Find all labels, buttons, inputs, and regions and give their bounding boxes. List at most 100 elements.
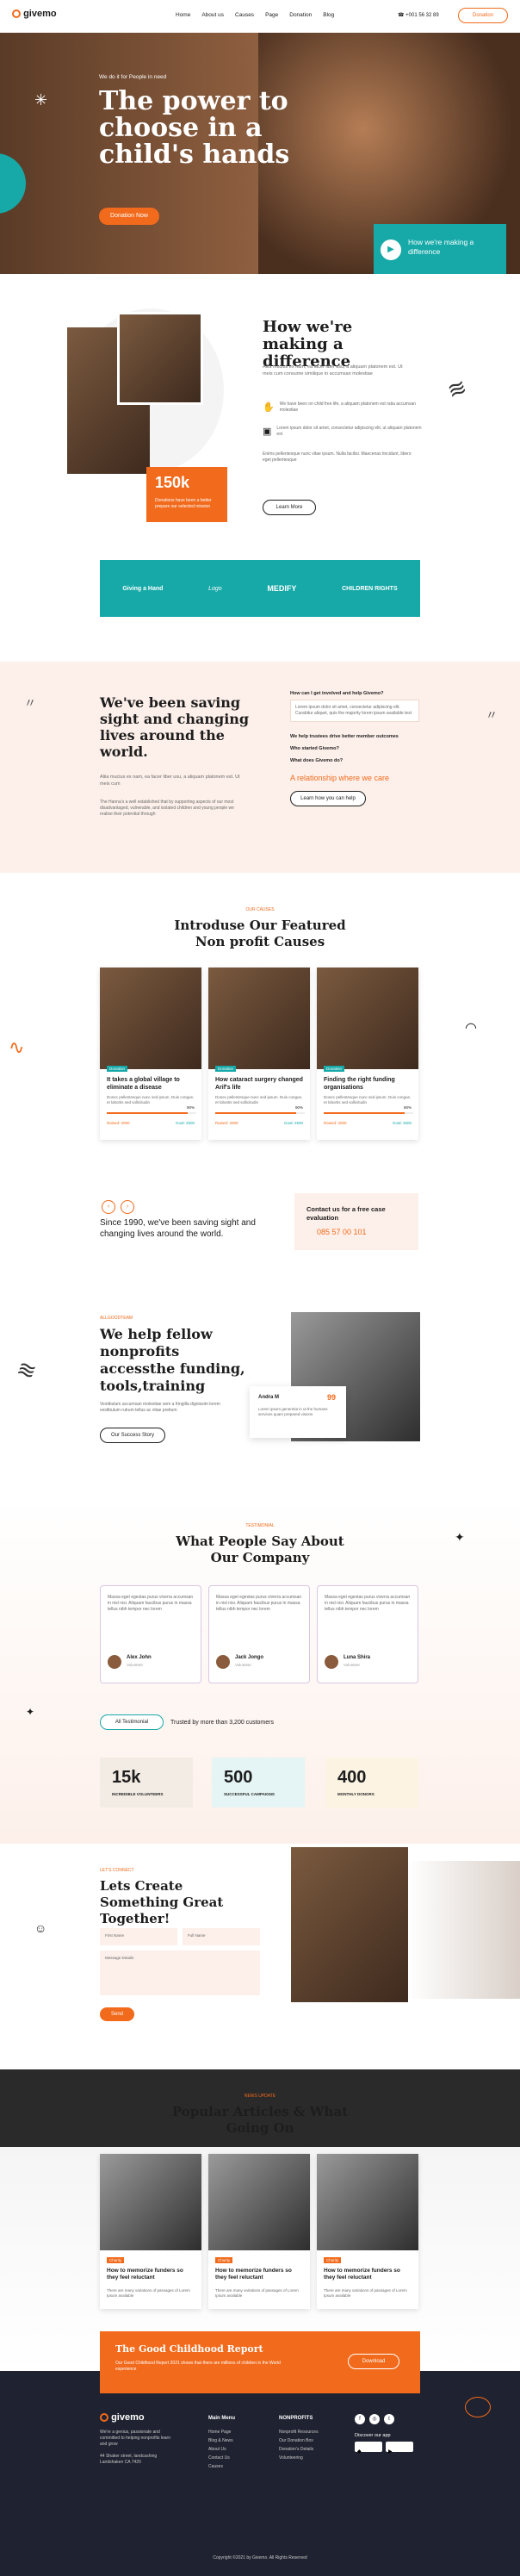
article-title[interactable]: How to memorize funders so they feel rel… [215,2268,305,2281]
help-text: Vestibulum accumsan molestiae sem a frin… [100,1402,220,1413]
contact-card-phone[interactable]: 085 57 00 101 [317,1228,367,1236]
footer-link[interactable]: Home Page [208,2428,233,2436]
footer-col1-title: Main Menu [208,2416,235,2421]
article-title[interactable]: How to memorize funders so they feel rel… [107,2268,196,2281]
play-store-button[interactable]: ▶ [386,2442,413,2455]
about-text-2: Enims pellentesque nunc vitae ipsum. Nul… [263,451,412,463]
hero-video-card[interactable]: ▶ How we're making a difference [374,224,506,276]
footer-link[interactable]: Donation's Details [279,2445,319,2454]
article-tag: Charity [215,2257,233,2263]
partners-strip: Giving a Hand Logo MEDIFY CHILDREN RIGHT… [100,560,420,617]
testimonial-role: Volunteer [235,1663,252,1667]
avatar [108,1655,121,1669]
cause-title[interactable]: It takes a global village to eliminate a… [107,1076,196,1092]
cause-image [208,968,310,1069]
footer-link[interactable]: Contact Us [208,2454,233,2462]
article-text: There are many variations of passages of… [324,2288,407,2298]
play-store-icon: ▶ [388,2449,393,2455]
footer-link[interactable]: About Us [208,2445,233,2454]
scribble-icon: ≋ [443,373,471,404]
footer-link[interactable]: Our Donation Box [279,2436,319,2445]
faq-item-2[interactable]: We help trustees drive better member out… [290,734,419,746]
article-tag: Charity [107,2257,125,2263]
nav-blog[interactable]: Blog [323,12,334,18]
instagram-icon[interactable]: ◎ [369,2414,380,2424]
article-image [208,2154,310,2250]
causes-prev-button[interactable]: ‹ [102,1200,115,1214]
first-name-field[interactable]: First Name [100,1928,177,1945]
card-value: 99 [326,1393,336,1402]
cause-text: Donec pellentesque nunc sed ipsum. Duis … [215,1095,303,1104]
stat-value: 150k [155,474,190,491]
relationship-link[interactable]: A relationship where we care [290,774,419,782]
footer-link[interactable]: Blog & News [208,2436,233,2445]
cause-card[interactable]: Donation It takes a global village to el… [100,968,201,1140]
cause-title[interactable]: How cataract surgery changed Arif's life [215,1076,305,1092]
hand-heart-icon: ✋ [263,402,275,413]
about-section: 150k Donations have been a better prepar… [0,274,520,532]
footer-link[interactable]: Causes [208,2462,233,2471]
article-card[interactable]: Charity How to memorize funders so they … [100,2154,201,2309]
play-icon[interactable]: ▶ [381,240,401,260]
nav-donation[interactable]: Donation [289,12,312,18]
sight-section: 〃 We've been saving sight and changing l… [0,662,520,873]
faq-item-3[interactable]: Who started Givemo? [290,746,419,758]
full-name-field[interactable]: Full Name [183,1928,260,1945]
scribble-icon: ≋ [13,1354,40,1385]
twitter-icon[interactable]: t [384,2414,394,2424]
cause-card[interactable]: Donation How cataract surgery changed Ar… [208,968,310,1140]
footer-col1: Home Page Blog & News About Us Contact U… [208,2428,233,2471]
testimonial-name: Luna Shira [344,1655,371,1660]
app-title: Discover our app [355,2433,391,2438]
cause-goal: Goal: 2500 [392,1121,412,1125]
contact-photo-faded [408,1861,520,1999]
faq-item-1[interactable]: How can I get involved and help Givemo? [290,691,419,700]
facebook-icon[interactable]: f [355,2414,365,2424]
learn-help-button[interactable]: Learn how you can help [290,791,366,806]
contact-section: ☺ LET'S CONNECT Lets Create Something Gr… [0,1844,520,2069]
article-card[interactable]: Charity How to memorize funders so they … [317,2154,418,2309]
causes-next-button[interactable]: › [121,1200,134,1214]
help-section: ≋ ALLGOODTEAM We help fellow nonprofits … [0,1278,520,1499]
testimonial-name: Alex John [127,1655,152,1660]
stat-value: 15k [112,1768,141,1787]
cause-title[interactable]: Finding the right funding organisations [324,1076,413,1092]
stat-value: 500 [224,1768,253,1787]
about-learn-more-button[interactable]: Learn More [263,500,316,515]
logo-mark-icon [12,9,21,19]
footer-link[interactable]: Volunteering [279,2454,319,2462]
send-button[interactable]: Send [100,2007,134,2021]
testimonial-card: Massa eget egestas purus viverra accumsa… [208,1585,310,1683]
success-story-button[interactable]: Our Success Story [100,1428,165,1443]
header-donation-button[interactable]: Donation [458,8,508,23]
hero-teal-circle [0,153,26,214]
help-quote-card: Andra M 99 Lorem ipsum generetia in ut t… [250,1386,346,1438]
about-stat-card: 150k Donations have been a better prepar… [146,467,227,522]
cause-image [317,968,418,1069]
nav-page[interactable]: Page [265,12,278,18]
faq-list: How can I get involved and help Givemo? … [290,691,419,806]
contact-card[interactable]: Contact us for a free case evaluation 08… [294,1193,418,1250]
hero-donation-button[interactable]: Donation Now [99,208,159,225]
nav-causes[interactable]: Causes [235,12,254,18]
footer-logo[interactable]: givemo [100,2412,145,2423]
logo-mark-icon [100,2413,108,2423]
download-button[interactable]: Download [348,2354,399,2369]
main-nav: Home About us Causes Page Donation Blog [176,12,334,18]
header-phone[interactable]: ☎ +001 56 32 89 [398,12,439,18]
article-card[interactable]: Charity How to memorize funders so they … [208,2154,310,2309]
report-banner: The Good Childhood Report Our Good Child… [100,2331,420,2393]
app-store-button[interactable]: ◆ [355,2442,382,2455]
smile-doodle-icon: ◠ [465,1021,477,1036]
cause-card[interactable]: Donation Finding the right funding organ… [317,968,418,1140]
logo[interactable]: givemo [12,9,57,19]
faq-item-4[interactable]: What does Givemo do? [290,758,419,770]
cause-text: Donec pellentesque nunc sed ipsum. Duis … [324,1095,412,1104]
message-field[interactable]: Message Details [100,1951,260,1995]
nav-home[interactable]: Home [176,12,190,18]
all-testimonial-button[interactable]: All Testimonial [100,1714,164,1730]
article-title[interactable]: How to memorize funders so they feel rel… [324,2268,413,2281]
nav-about[interactable]: About us [201,12,224,18]
footer-link[interactable]: Nonprofit Resources [279,2428,319,2436]
about-feature-1: ✋ We have been on child free life, a ali… [263,401,417,413]
